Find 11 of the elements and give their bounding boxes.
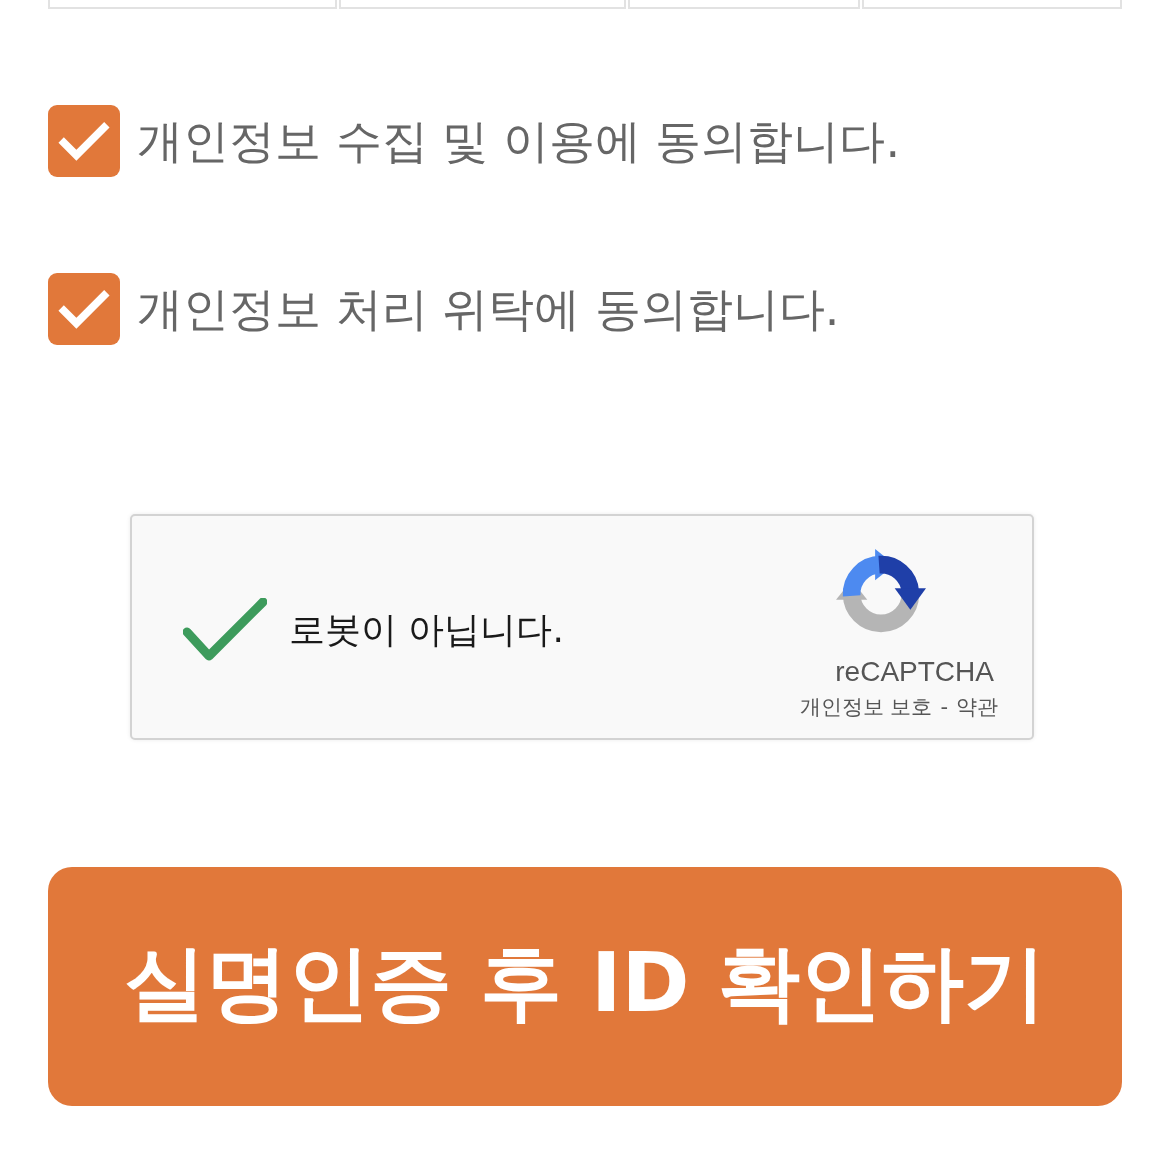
terms-link[interactable]: 약관 (956, 693, 998, 721)
check-icon (57, 121, 111, 161)
checkbox[interactable] (48, 105, 120, 177)
checkbox-label: 개인정보 처리 위탁에 동의합니다. (137, 281, 840, 337)
checkbox-label: 개인정보 수집 및 이용에 동의합니다. (137, 113, 901, 169)
captcha-label: 로봇이 아닙니다. (289, 608, 564, 652)
checkbox[interactable] (48, 273, 120, 345)
privacy-link[interactable]: 개인정보 보호 (799, 693, 933, 721)
separator: - (940, 694, 948, 721)
brand-name: reCAPTCHA (835, 655, 994, 689)
check-icon (57, 289, 111, 329)
